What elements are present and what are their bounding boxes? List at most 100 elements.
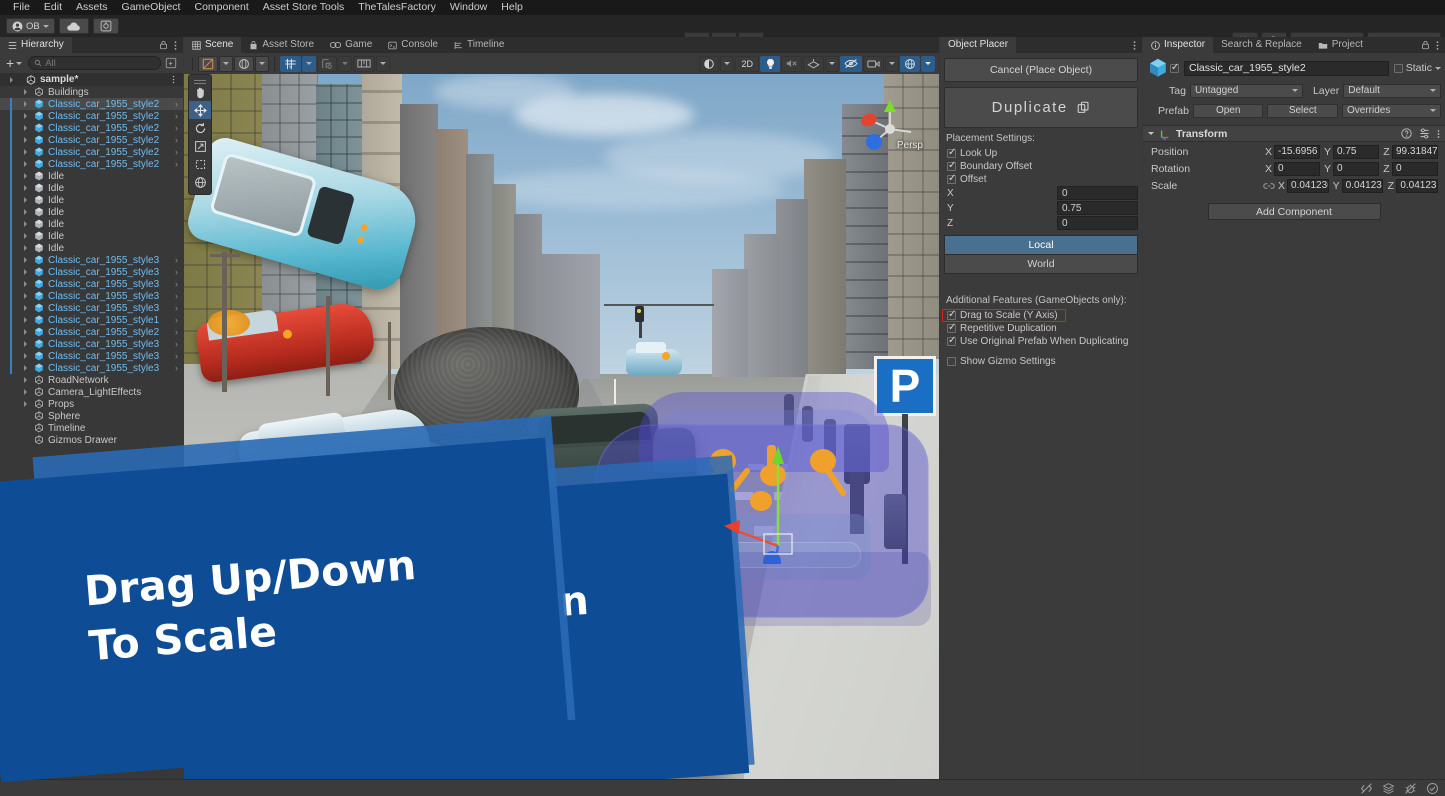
chevron-right-icon[interactable]: › <box>175 315 178 325</box>
grid-visibility-dropdown[interactable] <box>302 55 316 72</box>
chevron-right-icon[interactable] <box>24 197 27 203</box>
chevron-right-icon[interactable] <box>24 377 27 383</box>
offset-x-input[interactable]: 0 <box>1057 186 1138 200</box>
chevron-right-icon[interactable]: › <box>175 159 178 169</box>
transform-component-header[interactable]: Transform <box>1143 125 1445 142</box>
static-toggle[interactable]: Static <box>1393 62 1441 74</box>
gizmos-dropdown[interactable] <box>921 55 935 72</box>
hierarchy-item[interactable]: Classic_car_1955_style2 › <box>0 110 183 122</box>
scale-x-input[interactable]: 0.041236 <box>1287 178 1329 193</box>
fx-dropdown[interactable] <box>825 55 839 72</box>
hierarchy-item[interactable]: Classic_car_1955_style1 › <box>0 314 183 326</box>
chevron-right-icon[interactable]: › <box>175 279 178 289</box>
position-z-input[interactable]: 99.31847 <box>1392 144 1438 159</box>
transform-gizmo[interactable] <box>722 434 842 573</box>
hierarchy-item[interactable]: Classic_car_1955_style2 › <box>0 326 183 338</box>
gizmo-visibility-button[interactable] <box>699 55 720 72</box>
boundary-offset-checkbox-row[interactable]: Boundary Offset <box>944 160 1138 173</box>
hierarchy-item[interactable]: Classic_car_1955_style3 › <box>0 254 183 266</box>
hierarchy-item[interactable]: Classic_car_1955_style3 › <box>0 350 183 362</box>
space-local-button[interactable]: Local <box>944 235 1138 255</box>
layer-dropdown[interactable]: Default <box>1343 83 1441 98</box>
chevron-right-icon[interactable] <box>24 269 27 275</box>
hierarchy-item[interactable]: Classic_car_1955_style3 › <box>0 338 183 350</box>
chevron-right-icon[interactable] <box>24 161 27 167</box>
hierarchy-item[interactable]: Classic_car_1955_style2 › <box>0 98 183 110</box>
search-filter-icon[interactable] <box>165 57 177 69</box>
toggle-2d-button[interactable]: 2D <box>735 55 759 72</box>
hierarchy-item[interactable]: Classic_car_1955_style3 › <box>0 302 183 314</box>
fx-toggle-button[interactable] <box>803 55 824 72</box>
menu-gameobject[interactable]: GameObject <box>115 0 188 15</box>
hierarchy-item[interactable]: Classic_car_1955_style2 › <box>0 134 183 146</box>
lock-icon[interactable] <box>159 40 168 50</box>
repetitive-duplication-checkbox[interactable] <box>947 322 956 333</box>
chevron-right-icon[interactable]: › <box>175 147 178 157</box>
chevron-right-icon[interactable] <box>24 173 27 179</box>
gizmo-axes[interactable] <box>722 434 842 573</box>
chevron-right-icon[interactable] <box>24 353 27 359</box>
tab-object-placer[interactable]: Object Placer <box>940 37 1017 53</box>
use-original-prefab-row[interactable]: Use Original Prefab When Duplicating <box>944 335 1138 348</box>
chevron-down-icon[interactable] <box>1435 66 1441 70</box>
duplicate-button[interactable]: Duplicate <box>944 87 1138 128</box>
check-circle-icon[interactable] <box>1426 782 1439 795</box>
kebab-menu-icon[interactable] <box>1133 40 1136 51</box>
menu-asset-store-tools[interactable]: Asset Store Tools <box>256 0 352 15</box>
chevron-right-icon[interactable]: › <box>175 267 178 277</box>
chevron-right-icon[interactable]: › <box>175 111 178 121</box>
hierarchy-item[interactable]: Classic_car_1955_style2 › <box>0 158 183 170</box>
shading-mode-button[interactable] <box>198 55 218 72</box>
hierarchy-item[interactable]: Gizmos Drawer <box>0 434 183 446</box>
chevron-right-icon[interactable]: › <box>175 135 178 145</box>
offset-checkbox[interactable] <box>947 173 956 184</box>
chevron-right-icon[interactable] <box>24 233 27 239</box>
chevron-down-icon[interactable] <box>1148 132 1154 135</box>
chevron-right-icon[interactable] <box>24 365 27 371</box>
hierarchy-item[interactable]: RoadNetwork <box>0 374 183 386</box>
chevron-right-icon[interactable] <box>24 329 27 335</box>
chevron-right-icon[interactable] <box>10 76 13 83</box>
prefab-select-button[interactable]: Select <box>1267 103 1338 118</box>
hierarchy-item[interactable]: Classic_car_1955_style3 › <box>0 362 183 374</box>
camera-dropdown[interactable] <box>885 55 899 72</box>
cancel-place-object-button[interactable]: Cancel (Place Object) <box>944 58 1138 82</box>
chevron-right-icon[interactable] <box>24 317 27 323</box>
chevron-right-icon[interactable] <box>24 89 27 95</box>
object-name-input[interactable]: Classic_car_1955_style2 <box>1184 60 1389 76</box>
help-icon[interactable] <box>1401 128 1412 139</box>
scale-y-input[interactable]: 0.041236 <box>1341 178 1384 193</box>
tab-console[interactable]: Console <box>380 37 446 53</box>
prefab-overrides-dropdown[interactable]: Overrides <box>1342 103 1441 118</box>
scene-tools-strip[interactable] <box>188 74 212 195</box>
chevron-right-icon[interactable] <box>24 305 27 311</box>
tag-dropdown[interactable]: Untagged <box>1189 83 1303 98</box>
draw-mode-dropdown[interactable] <box>255 55 269 72</box>
drag-to-scale-row[interactable]: Drag to Scale (Y Axis) <box>942 309 1066 322</box>
lookup-checkbox-row[interactable]: Look Up <box>944 147 1138 160</box>
position-y-input[interactable]: 0.75 <box>1333 144 1379 159</box>
tab-scene[interactable]: Scene <box>184 37 242 53</box>
hierarchy-item[interactable]: Idle <box>0 230 183 242</box>
gizmos-toggle-button[interactable] <box>900 55 920 72</box>
tab-inspector[interactable]: Inspector <box>1143 37 1214 53</box>
drag-to-scale-checkbox[interactable] <box>947 309 956 320</box>
menu-file[interactable]: File <box>6 0 37 15</box>
show-gizmo-settings-checkbox[interactable] <box>947 357 956 366</box>
layers-stack-icon[interactable] <box>1382 782 1395 795</box>
chevron-right-icon[interactable]: › <box>175 255 178 265</box>
hierarchy-item[interactable]: Idle <box>0 170 183 182</box>
offset-z-input[interactable]: 0 <box>1057 216 1138 230</box>
menu-component[interactable]: Component <box>187 0 255 15</box>
tab-asset-store[interactable]: Asset Store <box>241 37 323 53</box>
menu-help[interactable]: Help <box>494 0 530 15</box>
move-tool[interactable] <box>189 101 211 119</box>
chevron-right-icon[interactable]: › <box>175 351 178 361</box>
link-off-icon[interactable] <box>1263 181 1275 191</box>
chevron-right-icon[interactable] <box>24 257 27 263</box>
bug-off-icon[interactable] <box>1404 782 1417 795</box>
account-dropdown[interactable]: OB <box>6 18 55 34</box>
chevron-right-icon[interactable] <box>24 245 27 251</box>
create-object-button[interactable]: + <box>4 56 24 70</box>
rotate-tool[interactable] <box>189 119 211 137</box>
